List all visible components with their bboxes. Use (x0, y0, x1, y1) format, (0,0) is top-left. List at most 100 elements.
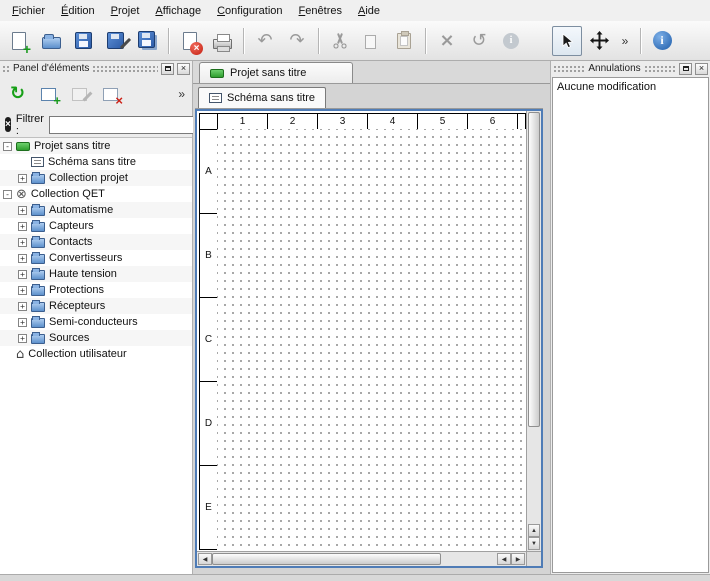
tree-expander-icon[interactable] (18, 238, 27, 247)
paste-button[interactable] (389, 26, 419, 56)
dock-grip[interactable] (2, 65, 10, 73)
tree-expander-icon[interactable] (18, 302, 27, 311)
tree-item[interactable]: Récepteurs (0, 298, 192, 314)
tree-expander-icon[interactable] (18, 286, 27, 295)
toolbar-separator (168, 28, 169, 54)
undo-button[interactable]: ↶ (250, 26, 280, 56)
vertical-scrollbar-thumb[interactable] (528, 112, 540, 427)
new-file-button[interactable] (4, 26, 34, 56)
tree-item[interactable]: Collection utilisateur (0, 346, 192, 362)
tree-expander-icon[interactable] (18, 206, 27, 215)
clear-filter-button[interactable]: × (5, 117, 11, 132)
open-file-button[interactable] (36, 26, 66, 56)
tree-item[interactable]: Sources (0, 330, 192, 346)
tree-item-icon (31, 334, 45, 344)
elements-panel-toolbar: ↻ » (0, 76, 192, 112)
tree-item[interactable]: Collection QET (0, 186, 192, 202)
cut-button[interactable] (325, 26, 355, 56)
save-button[interactable] (68, 26, 98, 56)
filter-input[interactable] (49, 116, 199, 134)
selection-mode-button[interactable] (552, 26, 582, 56)
scroll-left-button[interactable]: ◀ (198, 553, 212, 565)
dock-grip[interactable] (644, 65, 676, 73)
dock-grip[interactable] (553, 65, 585, 73)
move-mode-button[interactable] (584, 26, 614, 56)
tree-item[interactable]: Schéma sans titre (0, 154, 192, 170)
vertical-scrollbar-track[interactable] (528, 427, 540, 524)
diagram-view[interactable]: 123456 ABCDE ▲ ▼ ◀ (195, 109, 543, 568)
close-panel-button[interactable]: × (177, 63, 190, 75)
diagram-grid[interactable] (217, 129, 526, 551)
tree-item[interactable]: Contacts (0, 234, 192, 250)
menu-item[interactable]: Affichage (147, 3, 209, 19)
vertical-scrollbar[interactable]: ▲ ▼ (526, 111, 541, 551)
element-info-button[interactable]: i (496, 26, 526, 56)
edit-element-button[interactable] (66, 81, 93, 108)
redo-button[interactable]: ↷ (282, 26, 312, 56)
tree-expander-icon[interactable] (3, 142, 12, 151)
tree-item[interactable]: Haute tension (0, 266, 192, 282)
delete-button[interactable]: × (432, 26, 462, 56)
tree-expander-icon[interactable] (18, 318, 27, 327)
project-tab[interactable]: Projet sans titre (199, 62, 353, 83)
reload-collections-button[interactable]: ↻ (4, 81, 31, 108)
delete-element-button[interactable] (97, 81, 124, 108)
tree-item-label: Sources (49, 332, 89, 344)
tree-expander-icon[interactable] (18, 270, 27, 279)
tree-expander-icon[interactable] (18, 174, 27, 183)
save-all-icon (138, 31, 155, 48)
save-as-button[interactable] (100, 26, 130, 56)
horizontal-scrollbar-track[interactable] (441, 553, 497, 565)
project-tab-label: Projet sans titre (230, 67, 306, 79)
undo-history-list[interactable]: Aucune modification (552, 77, 709, 573)
menu-item[interactable]: Fenêtres (291, 3, 350, 19)
diagram-tools-overflow-button[interactable]: » (616, 26, 634, 56)
menu-item[interactable]: Projet (103, 3, 148, 19)
scroll-right-button[interactable]: ▶ (511, 553, 525, 565)
close-file-button[interactable] (175, 26, 205, 56)
save-icon (75, 32, 92, 49)
copy-button[interactable] (357, 26, 387, 56)
print-button[interactable] (207, 26, 237, 56)
new-element-button[interactable] (35, 81, 62, 108)
tree-expander-icon[interactable] (18, 334, 27, 343)
menu-item[interactable]: Fichier (4, 3, 53, 19)
horizontal-scrollbar-thumb[interactable] (212, 553, 441, 565)
tree-item[interactable]: Collection projet (0, 170, 192, 186)
tree-expander-icon[interactable] (18, 254, 27, 263)
schema-tab[interactable]: Schéma sans titre (198, 87, 326, 108)
diagram-canvas[interactable]: 123456 ABCDE (197, 111, 526, 551)
close-panel-button[interactable]: × (695, 63, 708, 75)
panel-toolbar-overflow-button[interactable]: » (175, 87, 188, 101)
tree-item[interactable]: Convertisseurs (0, 250, 192, 266)
undo-panel-title: Annulations (588, 63, 640, 74)
save-all-button[interactable] (132, 26, 162, 56)
project-window: Schéma sans titre 123456 ABCDE (193, 84, 550, 574)
float-panel-button[interactable] (679, 63, 692, 75)
menu-item[interactable]: Configuration (209, 3, 290, 19)
tree-item-icon (31, 286, 45, 296)
open-folder-icon (42, 37, 61, 49)
tree-item[interactable]: Automatisme (0, 202, 192, 218)
tree-item[interactable]: Capteurs (0, 218, 192, 234)
scroll-down-button[interactable]: ▼ (528, 537, 540, 550)
new-element-icon (41, 88, 56, 101)
tree-item[interactable]: Protections (0, 282, 192, 298)
dock-grip[interactable] (92, 65, 158, 73)
rotate-button[interactable]: ↺ (464, 26, 494, 56)
scroll-left-button-2[interactable]: ◀ (497, 553, 511, 565)
elements-panel-titlebar[interactable]: Panel d'éléments × (0, 61, 192, 76)
menu-item[interactable]: Édition (53, 3, 103, 19)
tree-item-label: Haute tension (49, 268, 117, 280)
tree-item[interactable]: Projet sans titre (0, 138, 192, 154)
undo-panel-titlebar[interactable]: Annulations × (551, 61, 710, 76)
tree-expander-icon[interactable] (3, 190, 12, 199)
close-icon: × (181, 64, 186, 73)
tree-expander-icon[interactable] (18, 222, 27, 231)
menu-item[interactable]: Aide (350, 3, 388, 19)
tree-item[interactable]: Semi-conducteurs (0, 314, 192, 330)
horizontal-scrollbar[interactable]: ◀ ◀ ▶ (197, 551, 526, 566)
about-qet-button[interactable]: i (647, 26, 677, 56)
scroll-up-button[interactable]: ▲ (528, 524, 540, 537)
float-panel-button[interactable] (161, 63, 174, 75)
